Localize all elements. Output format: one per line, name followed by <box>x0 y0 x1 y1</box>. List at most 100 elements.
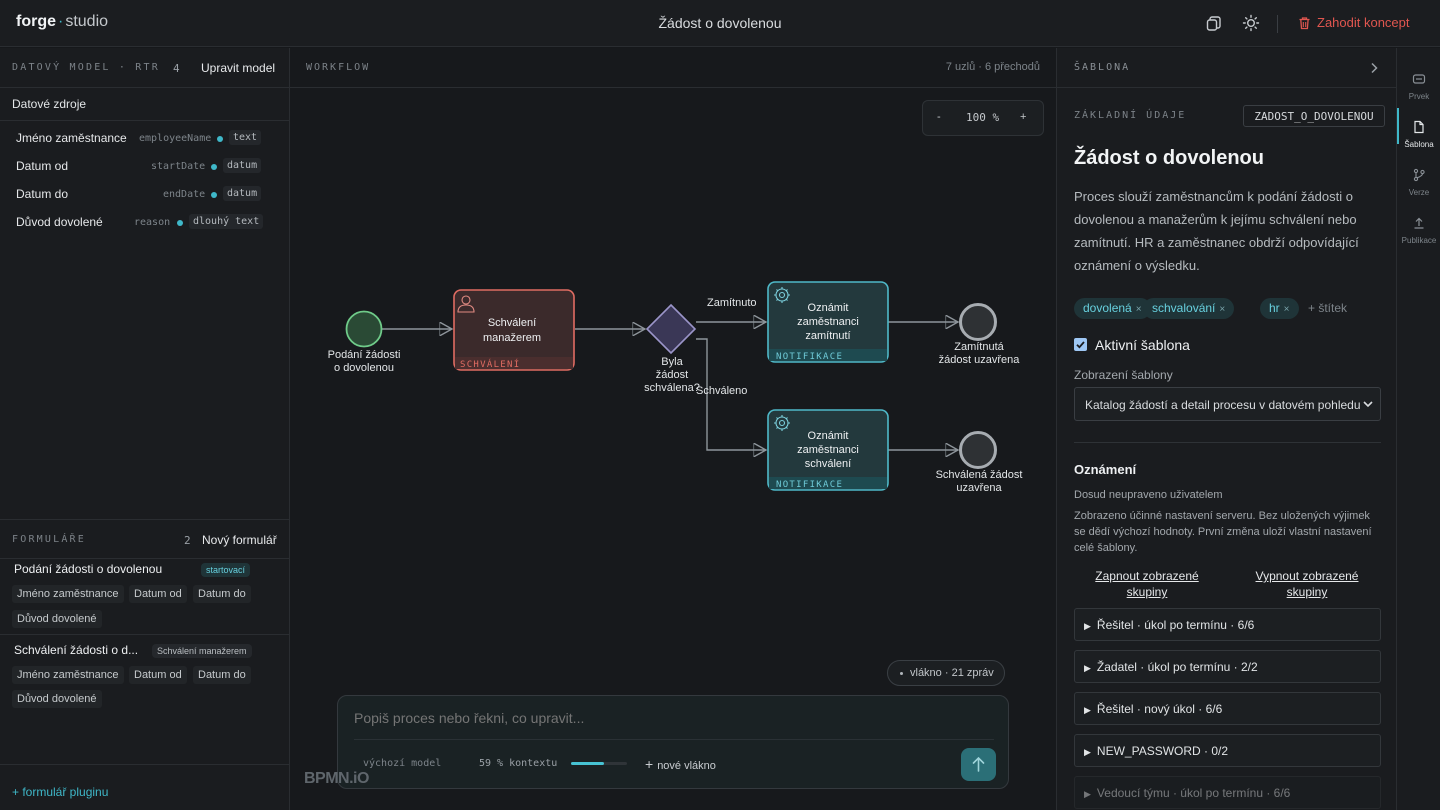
gateway-approved[interactable]: Byla žádost schválena? <box>644 303 700 394</box>
plus-icon: + <box>645 756 654 772</box>
tag-chip[interactable]: dovolená × <box>1074 298 1151 319</box>
rail-item-versions[interactable]: Verze <box>1397 162 1440 206</box>
data-model-header: DATOVÝ MODEL · RTR 4 Upravit model <box>0 48 289 88</box>
gateway-label-line: Byla <box>661 356 683 368</box>
brand-suffix: studio <box>65 13 109 30</box>
form-field-chip: Důvod dovolené <box>12 610 102 628</box>
task-type-tag: SCHVÁLENÍ <box>460 358 520 370</box>
end-event-approved[interactable] <box>959 431 997 469</box>
task-label-line: zaměstnanci <box>797 444 859 456</box>
end-event-label-line: žádost uzavřena <box>939 354 1021 366</box>
discard-draft-button[interactable]: Zahodit koncept <box>1298 15 1410 30</box>
thread-pill[interactable]: vlákno · 21 zpráv <box>887 660 1005 686</box>
workflow-canvas[interactable]: WORKFLOW 7 uzlů · 6 přechodů - 100 % + P… <box>290 48 1056 810</box>
task-label-line: Oznámit <box>808 430 849 442</box>
display-select-label: Zobrazení šablony <box>1074 368 1173 382</box>
notification-group[interactable]: ▶ Žadatel · úkol po termínu · 2/2 <box>1074 650 1381 683</box>
display-select[interactable]: Katalog žádostí a detail procesu v datov… <box>1074 387 1381 421</box>
field-row[interactable]: Jméno zaměstnance employeeName text <box>0 125 289 153</box>
toolbar-divider <box>1277 15 1278 33</box>
notification-group[interactable]: ▶ Vedoucí týmu · úkol po termínu · 6/6 <box>1074 776 1381 809</box>
edit-model-button[interactable]: Upravit model <box>201 61 275 75</box>
element-icon <box>1412 74 1426 84</box>
expand-triangle-icon: ▶ <box>1084 621 1091 631</box>
copy-icon[interactable] <box>1205 14 1223 32</box>
start-event-label: Podání žádosti o dovolenou <box>328 349 401 374</box>
tag-label: schvalování <box>1152 301 1216 315</box>
template-panel: ŠABLONA ZÁKLADNÍ ÚDAJE ZADOST_O_DOVOLENO… <box>1056 48 1396 810</box>
task-notify-rejection[interactable]: Oznámit zaměstnanci zamítnutí NOTIFIKACE <box>767 281 889 363</box>
enable-groups-link[interactable]: Zapnout zobrazené skupiny <box>1082 568 1212 600</box>
start-event-label-line: Podání žádosti <box>328 349 401 361</box>
field-label: Datum od <box>16 159 69 173</box>
bpmn-io-logo[interactable]: BPMN.iO <box>304 770 369 788</box>
remove-tag-icon[interactable]: × <box>1219 304 1225 315</box>
notification-group[interactable]: ▶ Řešitel · úkol po termínu · 6/6 <box>1074 608 1381 641</box>
remove-tag-icon[interactable]: × <box>1284 304 1290 315</box>
data-model-label: DATOVÝ MODEL · RTR <box>12 62 160 73</box>
discard-label: Zahodit koncept <box>1317 15 1410 30</box>
left-panel: DATOVÝ MODEL · RTR 4 Upravit model Datov… <box>0 48 290 810</box>
chevron-right-icon[interactable] <box>1369 62 1379 74</box>
end-event-rejected[interactable] <box>959 303 997 341</box>
chat-box: výchozí model 59 % kontextu +nové vlákno <box>337 695 1009 789</box>
rail-item-publish[interactable]: Publikace <box>1397 210 1440 254</box>
form-item[interactable]: Podání žádosti o dovolenou startovací Jm… <box>0 560 289 635</box>
disable-groups-link[interactable]: Vypnout zobrazené skupiny <box>1242 568 1372 600</box>
task-label-line: schválení <box>805 458 851 470</box>
form-field-chip: Datum od <box>129 666 187 684</box>
group-label: Řešitel · nový úkol · 6/6 <box>1096 702 1223 716</box>
field-row[interactable]: Datum od startDate datum <box>0 153 289 181</box>
form-title: Podání žádosti o dovolenou <box>14 562 163 576</box>
notifications-description: Zobrazeno účinné nastavení serveru. Bez … <box>1074 510 1372 554</box>
brand-logo[interactable]: forge · studio <box>16 13 108 31</box>
rail-item-template[interactable]: Šablona <box>1397 114 1440 158</box>
send-button[interactable] <box>961 748 996 781</box>
field-type: text <box>229 130 262 145</box>
check-icon <box>1076 341 1085 349</box>
task-label-line: zaměstnanci <box>797 316 859 328</box>
tag-chip[interactable]: schvalování × <box>1143 298 1235 319</box>
display-select-value: Katalog žádostí a detail procesu v datov… <box>1085 398 1361 412</box>
end-event-label-line: Zamítnutá <box>954 341 1004 353</box>
template-code[interactable]: ZADOST_O_DOVOLENOU <box>1243 105 1385 127</box>
active-template-label: Aktivní šablona <box>1095 337 1190 353</box>
model-selector[interactable]: výchozí model <box>363 758 441 769</box>
rail-item-element[interactable]: Prvek <box>1397 66 1440 110</box>
form-item[interactable]: Schválení žádosti o d... Schválení manaž… <box>0 635 289 715</box>
template-description[interactable]: Proces slouží zaměstnancům k podání žádo… <box>1074 185 1374 277</box>
notifications-state: Dosud neupraveno uživatelem <box>1074 489 1223 501</box>
expand-triangle-icon: ▶ <box>1084 789 1091 799</box>
task-type-tag: NOTIFIKACE <box>776 480 843 490</box>
template-title[interactable]: Žádost o dovolenou <box>1074 147 1264 170</box>
gateway-label-line: žádost <box>656 369 688 381</box>
add-plugin-form-link[interactable]: + formulář pluginu <box>12 785 108 799</box>
field-key: startDate <box>151 161 206 172</box>
task-notify-approval[interactable]: Oznámit zaměstnanci schválení NOTIFIKACE <box>767 409 889 491</box>
field-row[interactable]: Důvod dovolené reason dlouhý text <box>0 209 289 237</box>
remove-tag-icon[interactable]: × <box>1136 304 1142 315</box>
tag-chip[interactable]: hr × <box>1260 298 1299 319</box>
group-label: Žadatel · úkol po termínu · 2/2 <box>1096 660 1258 674</box>
section-divider <box>1074 442 1381 443</box>
notification-group[interactable]: ▶ Řešitel · nový úkol · 6/6 <box>1074 692 1381 725</box>
chat-input[interactable] <box>354 710 954 726</box>
new-thread-button[interactable]: + nové vlákno <box>645 756 716 772</box>
new-thread-label: nové vlákno <box>657 760 716 772</box>
edge-label-rejected: Zamítnuto <box>707 297 757 309</box>
form-title: Schválení žádosti o d... <box>14 643 139 657</box>
brand-name: forge <box>16 13 56 30</box>
notification-group[interactable]: ▶ NEW_PASSWORD · 0/2 <box>1074 734 1381 767</box>
field-key: endDate <box>163 189 206 200</box>
bpmn-diagram[interactable]: Podání žádosti o dovolenou Schválení manaž… <box>290 48 1056 648</box>
field-row[interactable]: Datum do endDate datum <box>0 181 289 209</box>
new-form-button[interactable]: Nový formulář <box>202 533 277 547</box>
document-icon <box>1414 120 1424 134</box>
task-manager-approval[interactable]: Schválení manažerem SCHVÁLENÍ <box>453 289 575 371</box>
start-event[interactable] <box>345 310 383 348</box>
theme-sun-icon[interactable] <box>1242 14 1260 32</box>
brand-dot: · <box>58 13 64 30</box>
add-tag-button[interactable]: + štítek <box>1308 301 1347 315</box>
active-template-checkbox[interactable] <box>1074 338 1087 351</box>
arrow-up-icon <box>972 756 985 772</box>
